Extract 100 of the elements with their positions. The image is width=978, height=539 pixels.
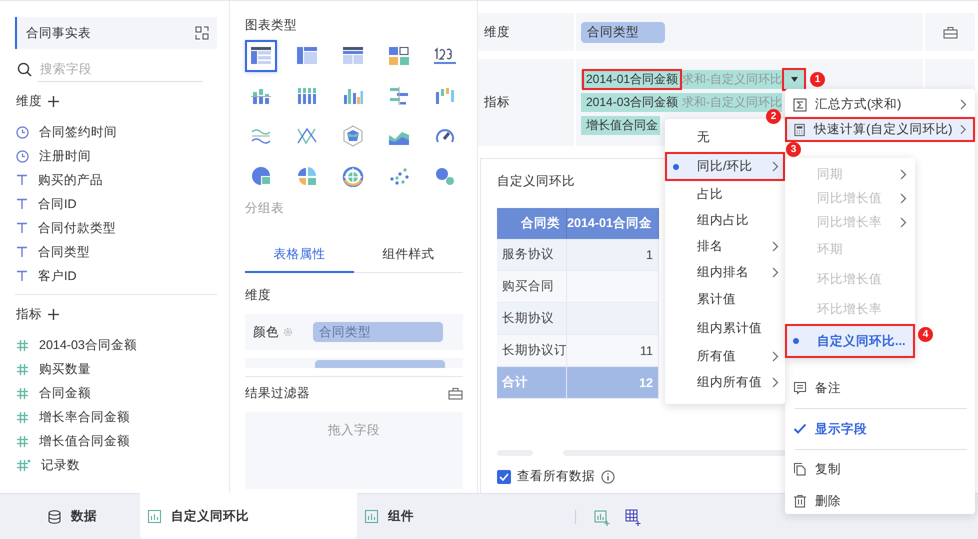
hash-icon xyxy=(16,362,29,376)
menu-item[interactable]: 排名 xyxy=(665,233,785,259)
menu-item[interactable]: 所有值 xyxy=(665,343,785,369)
trash-icon xyxy=(793,494,807,508)
pie-chart-icon xyxy=(250,165,272,187)
menu-item[interactable]: 汇总方式(求和) xyxy=(785,92,975,117)
field-item[interactable]: 购买的产品 xyxy=(15,168,217,192)
clock-icon xyxy=(16,126,29,138)
property-label: 颜色 xyxy=(253,324,279,340)
text-type-icon xyxy=(16,246,28,258)
menu-item: 同比增长值 xyxy=(785,186,915,210)
switch-icon xyxy=(195,26,209,40)
total-cell: 12 xyxy=(567,367,659,399)
radar-icon xyxy=(342,125,364,147)
database-icon xyxy=(48,510,61,524)
field-item[interactable]: 合同金额 xyxy=(15,381,217,405)
horizontal-bar-icon xyxy=(388,85,410,107)
chevron-right-icon xyxy=(900,192,907,204)
property-tab[interactable]: 组件样式 xyxy=(354,237,463,273)
menu-item[interactable]: 占比 xyxy=(665,181,785,207)
field-item[interactable]: 合同ID xyxy=(15,192,217,216)
menu-item[interactable]: 组内所有值 xyxy=(665,369,785,395)
sigma-icon xyxy=(793,98,807,112)
checkbox[interactable] xyxy=(497,470,511,484)
text-type-icon xyxy=(16,174,28,186)
menu-item: 同比增长率 xyxy=(785,210,915,234)
rose-chart-icon xyxy=(296,165,318,187)
field-item[interactable]: 增长值合同金额 xyxy=(15,429,217,453)
chevron-right-icon xyxy=(772,350,779,362)
gear-icon xyxy=(283,327,293,337)
checkbox-label: 查看所有数据 xyxy=(517,468,595,485)
field-item[interactable]: 合同类型 xyxy=(15,240,217,264)
clock-icon xyxy=(16,150,29,162)
menu-item[interactable]: 累计值 xyxy=(665,285,785,314)
menu-item[interactable]: 自定义同环比... xyxy=(785,324,915,358)
field-item[interactable]: 合同签约时间 xyxy=(15,120,217,144)
field-item[interactable]: 记录数 xyxy=(15,453,217,477)
checkmark-icon xyxy=(793,422,807,436)
chevron-right-icon xyxy=(900,216,907,228)
menu-item[interactable]: 复制 xyxy=(785,450,975,488)
hash-icon xyxy=(16,386,29,400)
chevron-right-icon xyxy=(772,266,779,278)
menu-item[interactable]: 组内累计值 xyxy=(665,314,785,343)
hash-star-icon xyxy=(16,458,31,472)
menu-item: 环期 xyxy=(816,240,844,258)
menu-item[interactable]: 快速计算(自定义同环比) xyxy=(785,117,975,142)
table-name: 合同事实表 xyxy=(26,24,91,42)
total-cell: 合计 xyxy=(497,367,567,399)
menu-item[interactable]: 删除 xyxy=(785,488,975,514)
menu-item[interactable]: 组内占比 xyxy=(665,207,785,233)
property-tab[interactable]: 表格属性 xyxy=(245,237,354,273)
field-chip[interactable]: 2014-01合同金额 求和-自定义同环比 xyxy=(581,70,804,89)
bottom-tab[interactable]: 自定义同环比 xyxy=(140,493,357,539)
dropdown-button[interactable] xyxy=(784,70,804,89)
add-icon xyxy=(48,96,59,106)
field-chip[interactable]: 合同类型 xyxy=(581,22,665,42)
field-item[interactable]: 合同付款类型 xyxy=(15,216,217,240)
field-item[interactable]: 2014-03合同金额 xyxy=(15,333,217,357)
caret-icon xyxy=(790,77,798,82)
chart-type-button[interactable] xyxy=(245,40,277,72)
chart-icon xyxy=(148,510,161,523)
calculator-icon xyxy=(793,122,806,136)
table-cell: 长期协议 xyxy=(497,303,567,335)
chevron-right-icon xyxy=(900,168,907,180)
table-selector[interactable]: 合同事实表 xyxy=(15,17,217,49)
table-plus-icon xyxy=(625,508,642,526)
sunburst-icon xyxy=(342,165,364,187)
field-item[interactable]: 客户ID xyxy=(15,264,217,288)
menu-item[interactable]: 备注 xyxy=(785,368,975,408)
briefcase-icon xyxy=(448,387,463,400)
chevron-right-icon xyxy=(960,124,967,135)
hash-icon xyxy=(16,434,29,448)
table-icon xyxy=(342,45,364,67)
add-icon xyxy=(48,308,59,320)
bottom-tab[interactable]: 数据 xyxy=(0,493,140,539)
table-cell: 长期协议订 xyxy=(497,335,567,367)
menu-item[interactable]: 显示字段 xyxy=(785,409,975,449)
hash-icon xyxy=(16,410,29,424)
field-item[interactable]: 购买数量 xyxy=(15,357,217,381)
table-cell: 购买合同 xyxy=(497,271,567,303)
step-badge: 1 xyxy=(810,72,826,87)
copy-icon xyxy=(793,462,807,476)
field-item[interactable]: 增长率合同金额 xyxy=(15,405,217,429)
field-chip[interactable]: 2014-03合同金额 求和-自定义同环比 xyxy=(581,93,782,112)
search-field[interactable]: 搜索字段 xyxy=(38,57,203,82)
menu-item[interactable]: 组内排名 xyxy=(665,259,785,285)
menu-item[interactable]: 同比/环比 xyxy=(665,152,785,181)
chart-plus-icon xyxy=(594,508,611,526)
column-header: 合同类 xyxy=(497,208,567,239)
text-type-icon xyxy=(16,222,28,234)
widget-title: 自定义同环比 xyxy=(497,173,575,190)
table-cell: 服务协议 xyxy=(497,239,567,271)
menu-item[interactable]: 无 xyxy=(665,123,785,152)
table-icon xyxy=(296,45,318,67)
grid-blocks-icon xyxy=(388,45,410,67)
field-chip[interactable]: 增长值合同金 xyxy=(581,116,660,135)
field-item[interactable]: 注册时间 xyxy=(15,144,217,168)
column-header: 2014-01合同金 xyxy=(567,208,659,239)
bottom-tab[interactable]: 组件 xyxy=(357,493,457,539)
row-label: 指标 xyxy=(478,59,574,146)
